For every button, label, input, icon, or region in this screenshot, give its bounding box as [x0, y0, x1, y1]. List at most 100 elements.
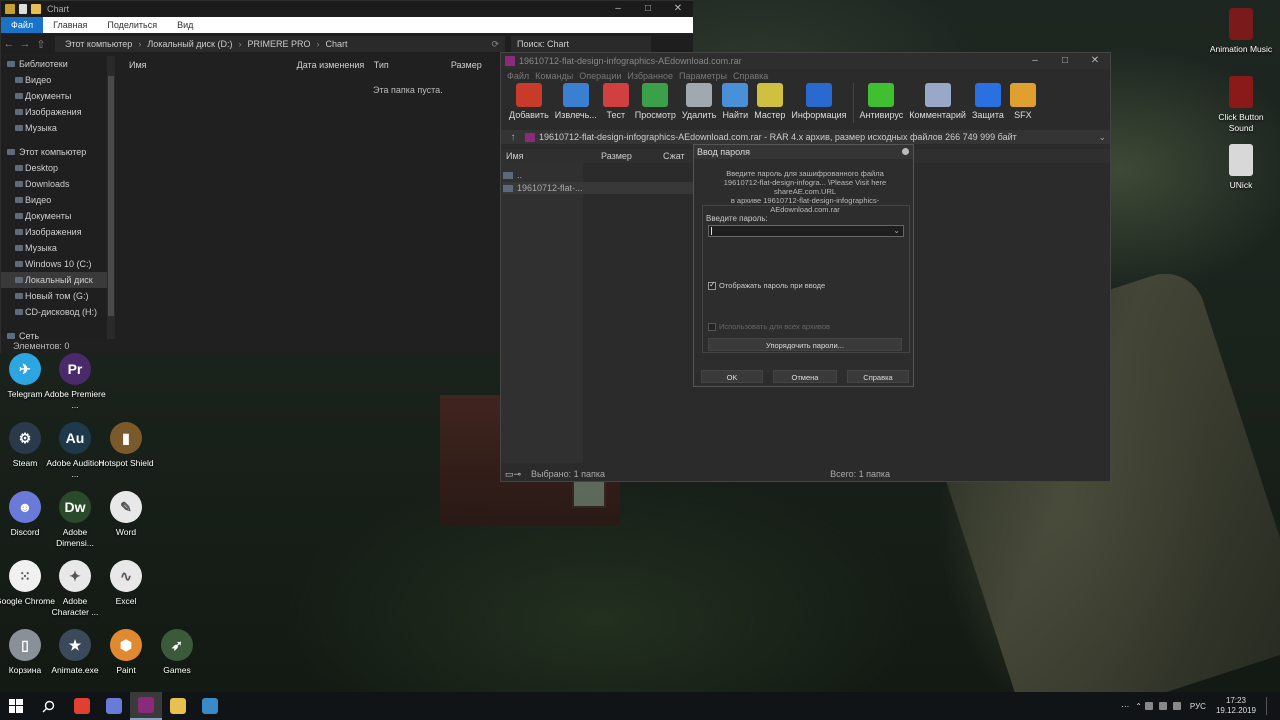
organize-passwords-button[interactable]: Упорядочить пароли... — [708, 338, 902, 351]
toolbar-button[interactable]: Комментарий — [909, 83, 966, 120]
network-icon[interactable] — [1144, 702, 1153, 710]
taskbar-app-button[interactable] — [98, 692, 130, 720]
show-hidden-icon[interactable]: ⋯ — [1121, 702, 1129, 711]
menu-item[interactable]: Операции — [579, 71, 621, 81]
use-for-all-checkbox[interactable]: Использовать для всех архивов — [708, 322, 830, 331]
minimize-button[interactable]: – — [1020, 53, 1050, 69]
sidebar-item[interactable]: CD-дисковод (H:) — [1, 304, 113, 320]
back-arrow-icon[interactable]: ← — [1, 38, 17, 50]
checkbox-icon[interactable] — [708, 280, 716, 290]
maximize-button[interactable]: □ — [1050, 53, 1080, 69]
toolbar-button[interactable]: Удалить — [682, 83, 716, 120]
breadcrumb-item[interactable]: Локальный диск (D:) — [147, 39, 232, 49]
toolbar-button[interactable]: Антивирус — [860, 83, 903, 120]
show-password-checkbox[interactable]: Отображать пароль при вводе — [708, 280, 825, 290]
toolbar-button[interactable]: Добавить — [509, 83, 549, 120]
desktop-shortcut[interactable]: Pr Adobe Premiere ... — [43, 353, 107, 411]
sidebar-scrollbar[interactable] — [107, 56, 115, 340]
search-button[interactable] — [32, 692, 64, 720]
tab-home[interactable]: Главная — [43, 17, 97, 33]
sidebar-item[interactable]: Документы — [1, 208, 113, 224]
new-folder-icon[interactable] — [31, 4, 41, 14]
toolbar-button[interactable]: Тест — [602, 83, 629, 120]
menu-item[interactable]: Параметры — [679, 71, 727, 81]
up-arrow-icon[interactable]: ⇧ — [33, 38, 49, 51]
tab-file[interactable]: Файл — [1, 17, 44, 33]
chevron-down-icon[interactable]: ⌄ — [1098, 132, 1106, 143]
close-button[interactable]: ✕ — [663, 1, 693, 17]
checkbox-icon[interactable] — [708, 322, 716, 331]
clock[interactable]: 17:23 19.12.2019 — [1216, 696, 1256, 716]
taskbar-app-button[interactable] — [130, 692, 162, 720]
sidebar-item[interactable]: Музыка — [1, 240, 113, 256]
ok-button[interactable]: OK — [701, 370, 763, 383]
toolbar-button[interactable]: SFX — [1009, 83, 1036, 120]
cancel-button[interactable]: Отмена — [773, 370, 837, 383]
menu-item[interactable]: Команды — [535, 71, 573, 81]
desktop-shortcut[interactable]: UNick — [1209, 144, 1273, 191]
start-button[interactable] — [0, 692, 32, 720]
password-input[interactable]: ⌄ — [708, 225, 904, 237]
maximize-button[interactable]: □ — [633, 1, 663, 17]
properties-icon[interactable] — [19, 4, 27, 14]
toolbar-button[interactable]: Найти — [722, 83, 749, 120]
desktop-shortcut[interactable]: ▮ Hotspot Shield — [94, 422, 158, 469]
desktop-shortcut[interactable]: Click Button Sound — [1209, 76, 1273, 134]
sidebar-item[interactable]: Видео — [1, 192, 113, 208]
menu-item[interactable]: Избранное — [627, 71, 673, 81]
sidebar-item[interactable]: Windows 10 (C:) — [1, 256, 113, 272]
refresh-icon[interactable]: ⟳ — [491, 39, 499, 50]
sidebar-item[interactable]: Этот компьютер — [1, 144, 113, 160]
desktop-shortcut[interactable]: ➶ Games — [145, 629, 209, 676]
battery-icon[interactable] — [1172, 702, 1181, 710]
toolbar-button[interactable]: Защита — [972, 83, 1004, 120]
taskbar-app-button[interactable] — [162, 692, 194, 720]
list-item[interactable]: .. — [503, 169, 522, 181]
sidebar-item[interactable]: Видео — [1, 72, 113, 88]
column-size[interactable]: Размер — [601, 149, 663, 163]
breadcrumb-item[interactable]: Chart — [326, 39, 348, 49]
search-input[interactable]: Поиск: Chart — [511, 36, 651, 52]
toolbar-button[interactable]: Мастер — [754, 83, 785, 120]
minimize-button[interactable]: – — [603, 1, 633, 17]
chevron-down-icon[interactable]: ⌄ — [893, 226, 900, 235]
sidebar-item[interactable]: Изображения — [1, 224, 113, 240]
toolbar-button[interactable]: Информация — [791, 83, 847, 120]
chevron-up-icon[interactable]: ⌃ — [1135, 702, 1142, 711]
desktop-shortcut[interactable]: ∿ Excel — [94, 560, 158, 607]
sidebar-item[interactable]: Изображения — [1, 104, 113, 120]
list-item[interactable]: 19610712-flat-... — [503, 182, 693, 194]
sidebar-item[interactable]: Музыка — [1, 120, 113, 136]
toolbar-button[interactable]: Извлечь... — [555, 83, 597, 120]
desktop-shortcut[interactable]: Animation Music — [1209, 8, 1273, 55]
breadcrumb-item[interactable]: Этот компьютер — [65, 39, 132, 49]
sidebar-item[interactable]: Библиотеки — [1, 56, 113, 72]
language-indicator[interactable]: РУС — [1190, 702, 1206, 711]
taskbar-app-button[interactable] — [194, 692, 226, 720]
toolbar-button[interactable]: Просмотр — [635, 83, 676, 120]
column-type[interactable]: Тип — [374, 57, 451, 73]
volume-icon[interactable] — [1158, 702, 1167, 710]
sidebar-item[interactable]: Документы — [1, 88, 113, 104]
close-button[interactable]: ✕ — [1080, 53, 1110, 69]
sidebar-item[interactable]: Desktop — [1, 160, 113, 176]
close-icon[interactable] — [902, 148, 909, 155]
sidebar-item[interactable]: Локальный диск — [1, 272, 113, 288]
menu-item[interactable]: Файл — [507, 71, 529, 81]
column-name[interactable]: Имя — [501, 149, 601, 163]
desktop-shortcut[interactable]: ✎ Word — [94, 491, 158, 538]
forward-arrow-icon[interactable]: → — [17, 38, 33, 50]
column-date[interactable]: Дата изменения — [297, 57, 374, 73]
tab-view[interactable]: Вид — [167, 17, 203, 33]
up-folder-icon[interactable]: ↑ — [501, 132, 525, 143]
show-desktop-button[interactable] — [1266, 697, 1270, 715]
sidebar-item[interactable]: Downloads — [1, 176, 113, 192]
breadcrumb[interactable]: Этот компьютер › Локальный диск (D:) › PRI… — [55, 36, 505, 52]
taskbar-app-button[interactable] — [66, 692, 98, 720]
column-size[interactable]: Размер — [451, 57, 499, 73]
menu-item[interactable]: Справка — [733, 71, 768, 81]
tab-share[interactable]: Поделиться — [97, 17, 167, 33]
column-name[interactable]: Имя — [119, 57, 297, 73]
breadcrumb-item[interactable]: PRIMERE PRO — [247, 39, 310, 49]
help-button[interactable]: Справка — [847, 370, 909, 383]
